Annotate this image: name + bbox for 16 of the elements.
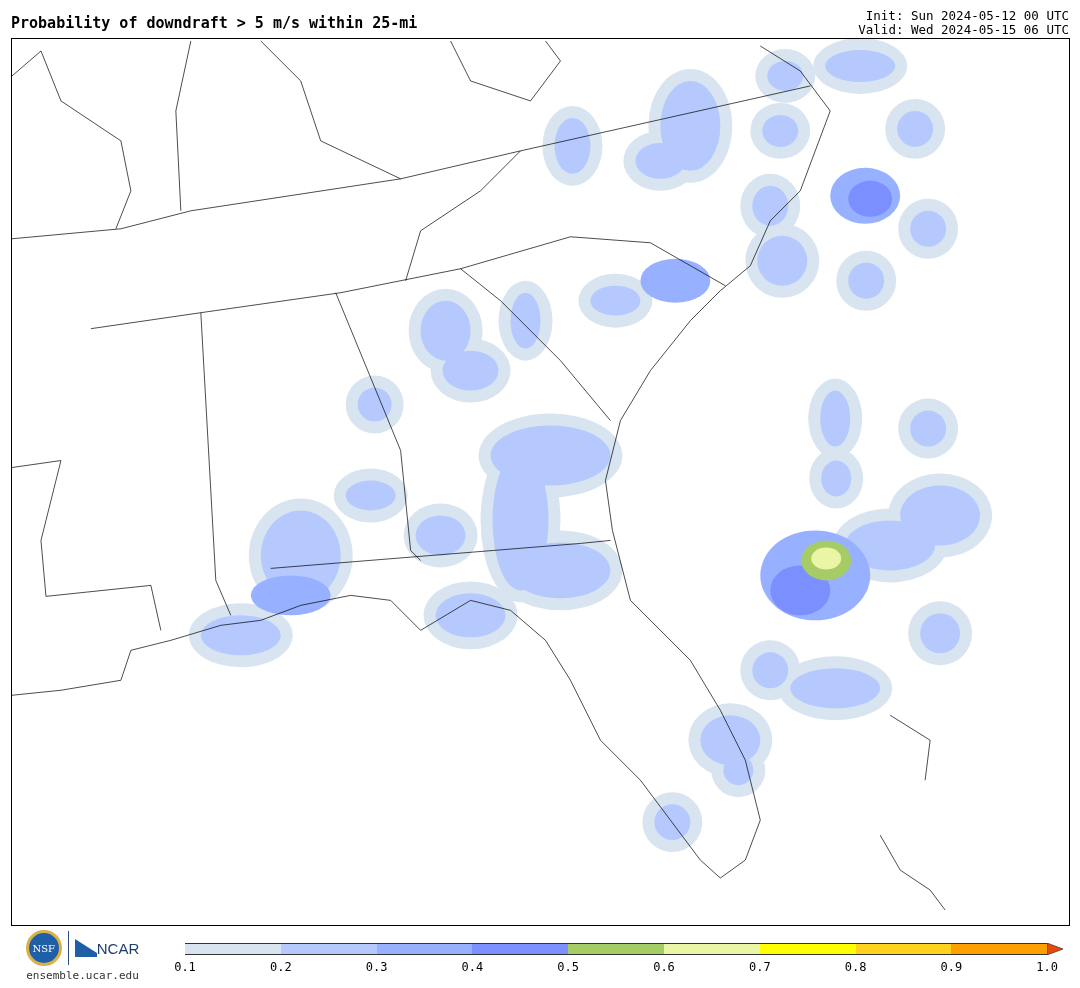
valid-time: Valid: Wed 2024-05-15 06 UTC — [858, 23, 1069, 37]
nsf-logo: NSF — [25, 930, 62, 966]
init-time: Init: Sun 2024-05-12 00 UTC — [865, 9, 1069, 23]
colorbar-tick-label: 0.6 — [653, 959, 675, 976]
colorbar-tick-label: 0.8 — [844, 959, 867, 976]
chart-title: Probability of downdraft > 5 m/s within 25-mi — [11, 16, 418, 31]
colorbar-tick-label: 0.4 — [461, 959, 484, 976]
colorbar-tick-label: 1.0 — [1036, 959, 1059, 976]
site-url: ensemble.ucar.edu — [26, 968, 139, 984]
colorbar-tick-label: 0.3 — [365, 959, 388, 976]
colorbar-tick-label: 0.7 — [748, 959, 771, 976]
ncar-logo: NCAR — [74, 939, 140, 957]
colorbar-tick-label: 0.9 — [940, 959, 963, 976]
colorbar-tick-label: 0.2 — [269, 959, 292, 976]
colorbar-tick-label: 0.1 — [174, 959, 196, 976]
colorbar-tick-label: 0.5 — [557, 959, 580, 976]
